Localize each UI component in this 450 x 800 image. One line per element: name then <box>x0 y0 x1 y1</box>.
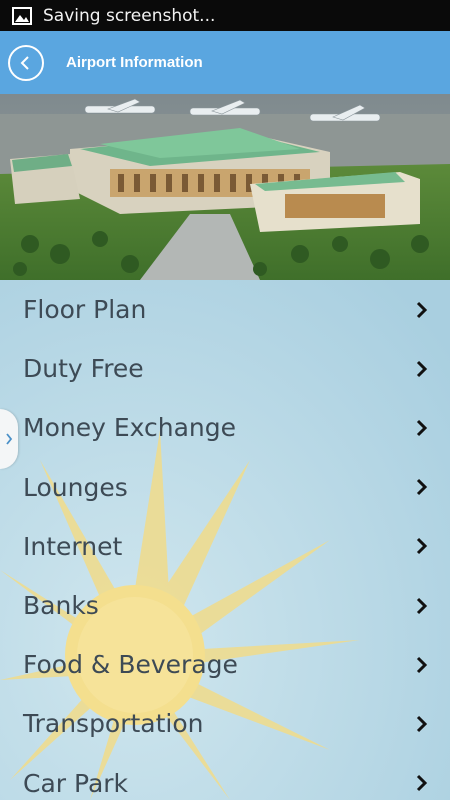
chevron-right-icon <box>416 479 428 496</box>
app-bar: Airport Information <box>0 31 450 94</box>
menu-item-label: Duty Free <box>23 354 144 384</box>
menu-item-internet[interactable]: Internet <box>0 517 450 576</box>
menu-item-lounges[interactable]: Lounges <box>0 458 450 517</box>
menu-item-label: Floor Plan <box>23 295 147 325</box>
chevron-right-icon <box>416 775 428 792</box>
chevron-right-icon <box>6 433 13 445</box>
status-text: Saving screenshot... <box>43 5 216 26</box>
menu-item-banks[interactable]: Banks <box>0 576 450 635</box>
airport-image <box>0 94 450 280</box>
image-icon <box>12 6 32 25</box>
drawer-handle[interactable] <box>0 409 18 469</box>
menu-item-label: Transportation <box>23 709 204 739</box>
menu-item-food-beverage[interactable]: Food & Beverage <box>0 635 450 694</box>
menu-item-label: Food & Beverage <box>23 650 238 680</box>
menu-item-label: Car Park <box>23 768 129 798</box>
page-title: Airport Information <box>66 54 203 71</box>
chevron-right-icon <box>416 715 428 732</box>
chevron-right-icon <box>416 419 428 437</box>
menu-item-duty-free[interactable]: Duty Free <box>0 339 450 398</box>
chevron-left-icon <box>20 55 29 70</box>
chevron-right-icon <box>416 301 428 318</box>
menu-item-label: Money Exchange <box>23 413 236 443</box>
chevron-right-icon <box>416 597 428 614</box>
menu-area: Floor Plan Duty Free Money Exchange Loun… <box>0 280 450 800</box>
menu-item-label: Banks <box>23 591 99 621</box>
menu-item-money-exchange[interactable]: Money Exchange <box>0 398 450 457</box>
airport-info-menu: Floor Plan Duty Free Money Exchange Loun… <box>0 280 450 800</box>
back-button[interactable] <box>8 44 44 81</box>
menu-item-label: Internet <box>23 531 123 561</box>
menu-item-floor-plan[interactable]: Floor Plan <box>0 280 450 339</box>
menu-item-car-park[interactable]: Car Park <box>0 754 450 800</box>
chevron-right-icon <box>416 538 428 555</box>
chevron-right-icon <box>416 656 428 673</box>
chevron-right-icon <box>416 360 428 377</box>
menu-item-transportation[interactable]: Transportation <box>0 694 450 753</box>
status-bar: Saving screenshot... <box>0 0 450 31</box>
menu-item-label: Lounges <box>23 472 128 502</box>
